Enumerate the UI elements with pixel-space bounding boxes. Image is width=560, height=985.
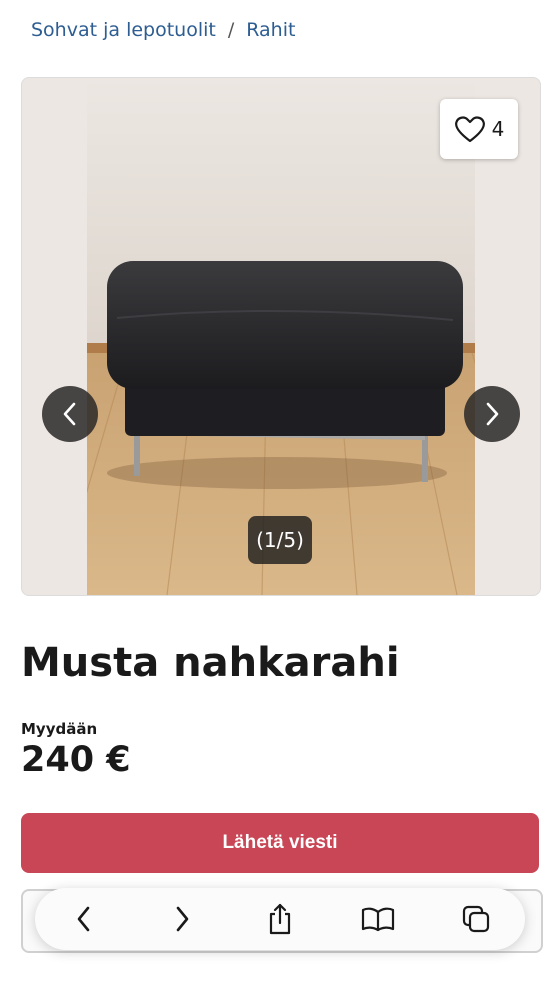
chevron-left-icon <box>63 402 76 426</box>
tabs-icon <box>462 905 490 933</box>
forward-button[interactable] <box>157 894 207 944</box>
breadcrumb: Sohvat ja lepotuolit / Rahit <box>31 19 295 41</box>
share-icon <box>269 903 291 935</box>
favorite-button[interactable]: 4 <box>440 99 518 159</box>
browser-toolbar <box>35 888 525 950</box>
chevron-right-icon <box>486 402 499 426</box>
tabs-button[interactable] <box>451 894 501 944</box>
image-counter: (1/5) <box>248 516 312 564</box>
previous-image-button[interactable] <box>42 386 98 442</box>
next-image-button[interactable] <box>464 386 520 442</box>
forward-icon <box>176 906 189 932</box>
bookmarks-button[interactable] <box>353 894 403 944</box>
price: 240 € <box>21 740 131 780</box>
share-button[interactable] <box>255 894 305 944</box>
breadcrumb-link-sofas[interactable]: Sohvat ja lepotuolit <box>31 19 216 41</box>
heart-icon <box>454 116 485 143</box>
listing-title: Musta nahkarahi <box>21 640 400 686</box>
breadcrumb-separator: / <box>227 19 235 41</box>
back-button[interactable] <box>59 894 109 944</box>
back-icon <box>77 906 90 932</box>
sale-type-label: Myydään <box>21 720 98 738</box>
breadcrumb-link-footstools[interactable]: Rahit <box>246 19 295 41</box>
bookmarks-icon <box>361 907 395 932</box>
send-message-button[interactable]: Lähetä viesti <box>21 813 539 873</box>
favorite-count: 4 <box>491 117 505 141</box>
